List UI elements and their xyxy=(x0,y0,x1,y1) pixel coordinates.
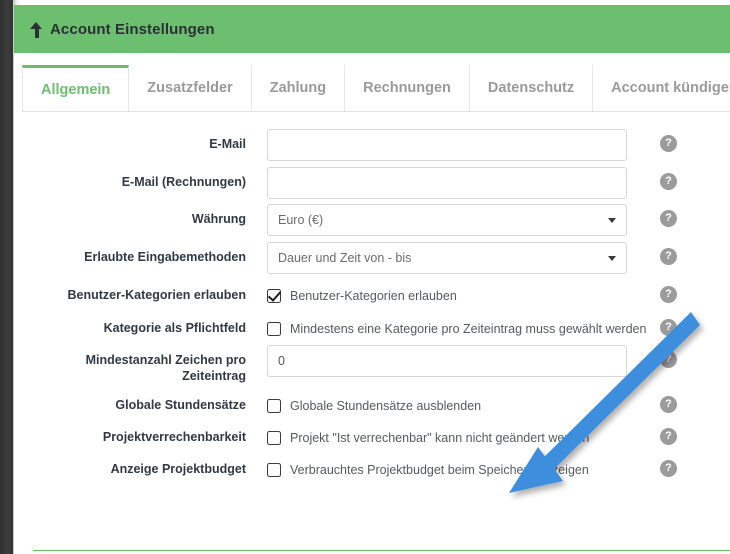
field-control: Benutzer-Kategorien erlauben xyxy=(267,280,627,312)
min-characters-input[interactable] xyxy=(267,345,627,377)
email-invoices-input[interactable] xyxy=(267,167,627,199)
field-row-projektverrechenbarkeit: Projektverrechenbarkeit Projekt "Ist ver… xyxy=(22,422,730,454)
tab-datenschutz[interactable]: Datenschutz xyxy=(469,65,594,112)
field-control: Verbrauchtes Projektbudget beim Speicher… xyxy=(267,454,627,486)
checkbox-label[interactable]: Globale Stundensätze ausblenden xyxy=(290,399,481,413)
checkbox-label[interactable]: Benutzer-Kategorien erlauben xyxy=(290,289,457,303)
input-methods-select[interactable]: Dauer und Zeit von - bis xyxy=(267,242,627,274)
field-row-benutzer-kategorien: Benutzer-Kategorien erlauben Benutzer-Ka… xyxy=(22,280,730,312)
tab-allgemein[interactable]: Allgemein xyxy=(22,65,130,112)
checkbox-label[interactable]: Verbrauchtes Projektbudget beim Speicher… xyxy=(290,463,589,477)
field-control: Globale Stundensätze ausblenden xyxy=(267,390,627,422)
help-icon[interactable]: ? xyxy=(660,135,677,152)
currency-select[interactable]: Euro (€) xyxy=(267,204,627,236)
field-row-eingabemethoden: Erlaubte Eingabemethoden Dauer und Zeit … xyxy=(22,242,730,274)
field-row-globale-stundensaetze: Globale Stundensätze Globale Stundensätz… xyxy=(22,390,730,422)
field-label: E-Mail xyxy=(209,137,246,151)
tab-label: Rechnungen xyxy=(363,80,451,96)
field-row-email: E-Mail xyxy=(22,129,730,161)
up-arrow-icon xyxy=(30,21,43,38)
select-value: Euro (€) xyxy=(278,213,324,227)
tab-zusatzfelder[interactable]: Zusatzfelder xyxy=(129,65,252,112)
field-control: Mindestens eine Kategorie pro Zeiteintra… xyxy=(267,313,646,345)
tab-label: Zusatzfelder xyxy=(147,80,233,96)
field-control xyxy=(267,167,627,199)
help-icon[interactable]: ? xyxy=(660,351,677,368)
page-header: Account Einstellungen xyxy=(14,5,730,53)
tab-bar: Allgemein Zusatzfelder Zahlung Rechnunge… xyxy=(22,65,730,112)
settings-panel: Allgemein Zusatzfelder Zahlung Rechnunge… xyxy=(14,53,730,554)
tab-zahlung[interactable]: Zahlung xyxy=(251,65,346,112)
help-icon[interactable]: ? xyxy=(660,460,677,477)
category-required-checkbox[interactable] xyxy=(267,322,281,336)
field-label: Anzeige Projektbudget xyxy=(110,462,246,476)
chevron-down-icon xyxy=(608,256,616,261)
field-row-anzeige-projektbudget: Anzeige Projektbudget Verbrauchtes Proje… xyxy=(22,454,730,486)
checkbox-label[interactable]: Mindestens eine Kategorie pro Zeiteintra… xyxy=(290,322,646,336)
tab-underline xyxy=(22,111,730,112)
select-value: Dauer und Zeit von - bis xyxy=(278,251,412,265)
field-label: Währung xyxy=(191,212,246,226)
help-icon[interactable]: ? xyxy=(660,319,677,336)
tab-label: Zahlung xyxy=(269,80,327,96)
show-project-budget-checkbox[interactable] xyxy=(267,463,281,477)
account-settings-screen: Account Einstellungen Allgemein Zusatzfe… xyxy=(0,0,730,554)
tab-label: Datenschutz xyxy=(487,80,575,96)
help-icon[interactable]: ? xyxy=(660,396,677,413)
field-label: E-Mail (Rechnungen) xyxy=(121,175,246,189)
help-icon[interactable]: ? xyxy=(660,286,677,303)
field-label: Erlaubte Eingabemethoden xyxy=(84,250,246,264)
chevron-down-icon xyxy=(608,218,616,223)
field-label: Kategorie als Pflichtfeld xyxy=(103,321,246,335)
help-icon[interactable]: ? xyxy=(660,173,677,190)
field-control xyxy=(267,129,627,161)
tab-label: Account kündigen xyxy=(611,80,730,96)
project-billability-checkbox[interactable] xyxy=(267,431,281,445)
checkbox-label[interactable]: Projekt "Ist verrechenbar" kann nicht ge… xyxy=(290,431,589,445)
user-categories-checkbox[interactable] xyxy=(267,289,281,303)
field-control: Dauer und Zeit von - bis xyxy=(267,242,627,274)
left-navigation-rail xyxy=(0,0,13,554)
field-row-kategorie-pflichtfeld: Kategorie als Pflichtfeld Mindestens ein… xyxy=(22,313,730,345)
email-input[interactable] xyxy=(267,129,627,161)
tab-rechnungen[interactable]: Rechnungen xyxy=(345,65,470,112)
field-row-waehrung: Währung Euro (€) xyxy=(22,204,730,236)
help-icon[interactable]: ? xyxy=(660,248,677,265)
help-icon[interactable]: ? xyxy=(660,210,677,227)
field-label: Mindestanzahl Zeichen pro Zeiteintrag xyxy=(85,353,246,383)
field-label: Globale Stundensätze xyxy=(115,398,246,412)
settings-form: E-Mail ? E-Mail (Rechnungen) ? Währung E… xyxy=(22,113,730,554)
field-row-mindestanzahl-zeichen: Mindestanzahl Zeichen pro Zeiteintrag xyxy=(22,345,730,384)
hide-global-rates-checkbox[interactable] xyxy=(267,399,281,413)
field-control xyxy=(267,345,627,377)
tab-account-kuendigen[interactable]: Account kündigen xyxy=(593,65,730,112)
field-control: Euro (€) xyxy=(267,204,627,236)
field-label: Benutzer-Kategorien erlauben xyxy=(67,288,246,302)
page-title: Account Einstellungen xyxy=(50,20,215,38)
field-label: Projektverrechenbarkeit xyxy=(102,430,246,444)
help-icon[interactable]: ? xyxy=(660,428,677,445)
tab-label: Allgemein xyxy=(41,81,111,98)
field-control: Projekt "Ist verrechenbar" kann nicht ge… xyxy=(267,422,627,454)
field-row-email-rechnungen: E-Mail (Rechnungen) xyxy=(22,167,730,199)
section-divider xyxy=(33,550,730,551)
